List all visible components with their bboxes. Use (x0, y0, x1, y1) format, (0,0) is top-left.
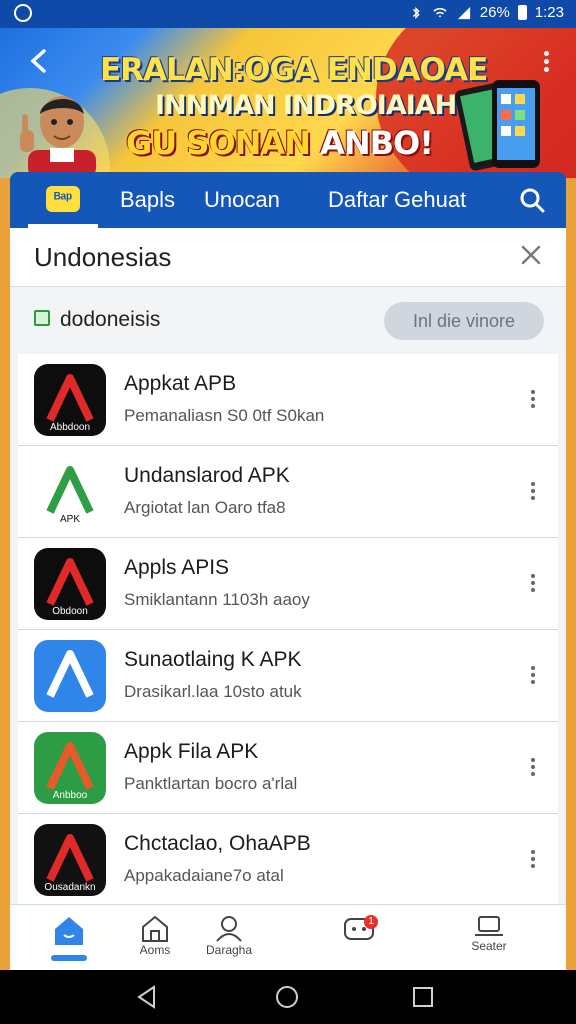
home-tab-icon: ᴮᵃᵖ (46, 186, 80, 212)
nav-apps[interactable]: Aoms (120, 913, 190, 957)
results-panel: Undonesias dodoneisis Inl die vinore Abb… (10, 228, 566, 976)
close-icon (521, 245, 541, 265)
app-name: Chctaclao, OhaAPB (124, 832, 311, 855)
nav-seater-label: Seater (471, 939, 507, 953)
app-menu-button[interactable] (530, 758, 536, 779)
app-name: Appk Fila APK (124, 740, 259, 763)
svg-text:Ousadankn: Ousadankn (44, 882, 95, 893)
app-menu-button[interactable] (530, 850, 536, 871)
banner-headline: ERALAN:OGA ENDAOAE (100, 52, 488, 88)
list-item[interactable]: Obdoon Appls APIS Smiklantann 1103h aaoy (18, 538, 558, 630)
wifi-icon (433, 7, 447, 17)
bottom-nav: Aoms Daragha 1 Seater (10, 904, 566, 971)
house-outline-icon (142, 915, 168, 942)
app-icon[interactable] (34, 640, 106, 712)
svg-text:APK: APK (60, 514, 80, 525)
battery-percent: 26% (479, 4, 510, 21)
banner-subline: INNMAN INDROIAIAH (155, 90, 457, 121)
view-more-button[interactable]: Inl die vinore (384, 302, 544, 340)
app-description: Appakadaiane7o atal (124, 866, 284, 885)
app-icon[interactable]: Ousadankn (34, 824, 106, 896)
nav-seater[interactable]: Seater (454, 913, 524, 953)
panel-header: Undonesias (10, 228, 566, 287)
list-item[interactable]: Sunaotlaing K APK Drasikarl.laa 10sto atu… (18, 630, 558, 722)
app-logo-icon: Abbdoon (34, 364, 106, 436)
home-icon (55, 917, 83, 945)
back-triangle-icon[interactable] (134, 984, 160, 1010)
app-menu-button[interactable] (530, 574, 536, 595)
filter-label: dodoneisis (60, 308, 161, 331)
tab-daftar[interactable]: Daftar Gehuat (328, 187, 466, 213)
signal-icon (457, 6, 470, 19)
close-button[interactable] (518, 242, 544, 268)
app-logo-icon: APK (34, 456, 106, 528)
app-name: Appkat APB (124, 372, 237, 395)
app-name: Sunaotlaing K APK (124, 648, 302, 671)
laptop-icon (475, 916, 503, 936)
nav-apps-label: Aoms (139, 943, 171, 957)
app-logo-icon: Anbboo (34, 732, 106, 804)
battery-icon (517, 5, 527, 20)
top-tab-bar: ᴮᵃᵖ Bapls Unocan Daftar Gehuat (10, 172, 566, 228)
search-icon[interactable] (518, 186, 546, 214)
app-description: Pemanaliasn S0 0tf S0kan (124, 406, 325, 425)
status-icons: 26% 1:23 (408, 4, 564, 21)
mascot-illustration (20, 96, 96, 178)
app-icon[interactable]: Anbboo (34, 732, 106, 804)
person-icon (216, 916, 242, 942)
bluetooth-icon (412, 6, 420, 19)
back-arrow-icon (30, 49, 46, 73)
list-item[interactable]: APK Undanslarod APK Argiotat lan Oaro tfa8 (18, 446, 558, 538)
app-logo-icon: Obdoon (34, 548, 106, 620)
app-description: Panktlartan bocro a'rlal (124, 774, 298, 793)
svg-text:Anbboo: Anbboo (53, 790, 88, 801)
tab-home[interactable]: ᴮᵃᵖ (28, 184, 98, 228)
app-name: Undanslarod APK (124, 464, 290, 487)
app-icon[interactable]: APK (34, 456, 106, 528)
app-name: Appls APIS (124, 556, 230, 579)
tab-bapls[interactable]: Bapls (120, 187, 175, 213)
app-description: Argiotat lan Oaro tfa8 (124, 498, 286, 517)
list-item[interactable]: Anbboo Appk Fila APK Panktlartan bocro a'r… (18, 722, 558, 814)
list-item[interactable]: Abbdoon Appkat APB Pemanaliasn S0 0tf S0ka… (18, 354, 558, 446)
phone-illustration (455, 80, 540, 171)
nav-home[interactable] (34, 913, 104, 961)
nav-active-indicator (51, 955, 87, 961)
filter-checkbox[interactable] (34, 310, 50, 326)
status-bar: 26% 1:23 (0, 0, 576, 28)
home-circle-icon[interactable] (274, 984, 300, 1010)
app-logo-icon: Ousadankn (34, 824, 106, 896)
nav-profile-label: Daragha (205, 943, 253, 957)
banner-tagline: GU SONAN ANBO! (126, 124, 434, 162)
app-menu-button[interactable] (530, 482, 536, 503)
app-menu-button[interactable] (530, 390, 536, 411)
notification-icon (14, 4, 32, 22)
recents-square-icon[interactable] (410, 984, 436, 1010)
app-logo-icon (34, 640, 106, 712)
back-button[interactable] (22, 44, 56, 78)
tab-unocan[interactable]: Unocan (204, 187, 280, 213)
notification-badge: 1 (364, 915, 378, 929)
app-description: Drasikarl.laa 10sto atuk (124, 682, 302, 701)
app-description: Smiklantann 1103h aaoy (124, 590, 310, 609)
nav-messages[interactable]: 1 (324, 913, 394, 943)
filter-row: dodoneisis Inl die vinore (10, 286, 566, 354)
app-menu-button[interactable] (530, 666, 536, 687)
app-icon[interactable]: Abbdoon (34, 364, 106, 436)
clock: 1:23 (534, 4, 564, 21)
page-title: Undonesias (34, 242, 172, 272)
app-list: Abbdoon Appkat APB Pemanaliasn S0 0tf S0ka… (18, 354, 558, 906)
app-icon[interactable]: Obdoon (34, 548, 106, 620)
list-item[interactable]: Ousadankn Chctaclao, OhaAPB Appakadaiane7o… (18, 814, 558, 906)
svg-text:Obdoon: Obdoon (52, 606, 88, 617)
promo-banner[interactable]: ERALAN:OGA ENDAOAE INNMAN INDROIAIAH GU … (0, 28, 576, 178)
system-nav-bar (0, 970, 576, 1024)
nav-profile[interactable]: Daragha (194, 913, 264, 957)
svg-text:Abbdoon: Abbdoon (50, 422, 90, 433)
